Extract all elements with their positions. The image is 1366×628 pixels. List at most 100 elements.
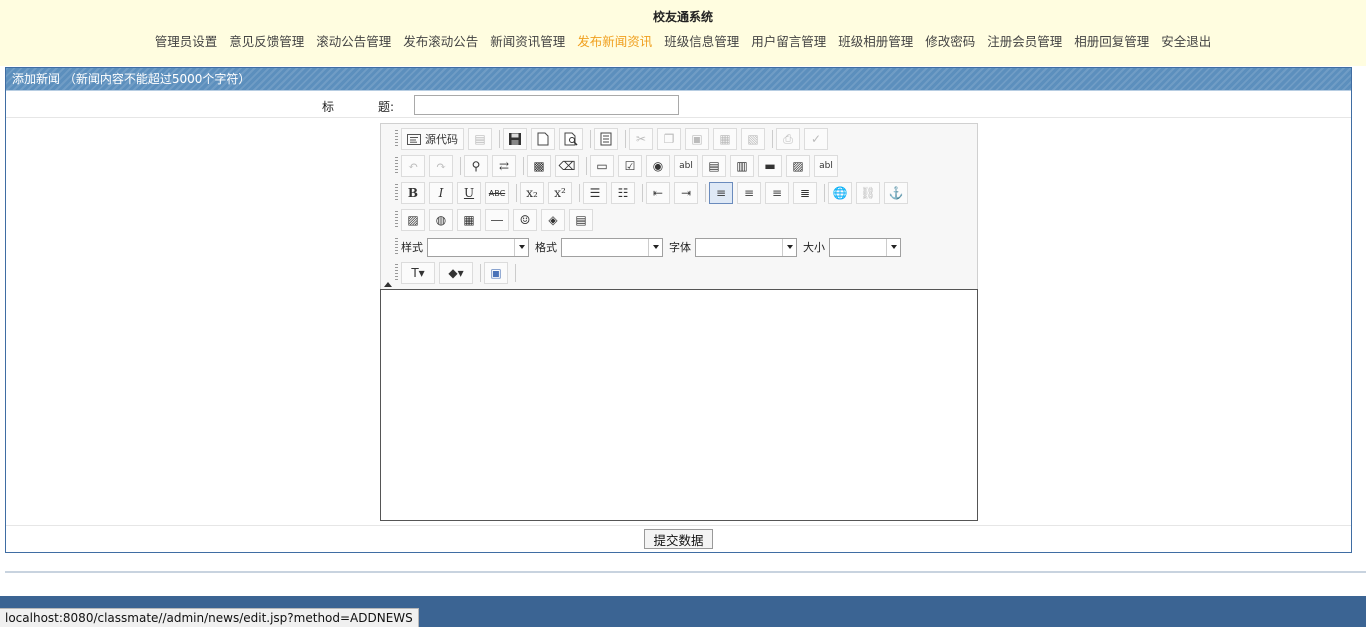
nav-publish-marquee[interactable]: 发布滚动公告 (403, 34, 478, 49)
separator (460, 157, 461, 175)
nav-class-album-manage[interactable]: 班级相册管理 (838, 34, 913, 49)
editor-content-area[interactable] (380, 289, 978, 521)
format-combo[interactable] (561, 237, 663, 257)
button-field-icon[interactable]: ▬ (758, 155, 782, 177)
image-icon[interactable]: ▨ (401, 209, 425, 231)
form-icon[interactable]: ▭ (590, 155, 614, 177)
undo-icon[interactable]: ↶ (401, 155, 425, 177)
find-icon[interactable]: ⚲ (464, 155, 488, 177)
nav-member-manage[interactable]: 注册会员管理 (987, 34, 1062, 49)
title-label-char1: 标 (322, 100, 335, 114)
page-break-icon[interactable]: ▤ (569, 209, 593, 231)
separator (586, 157, 587, 175)
align-center-icon[interactable]: ≡ (737, 182, 761, 204)
title-label-char2: 题: (378, 100, 395, 114)
status-url: localhost:8080/classmate//admin/news/edi… (0, 608, 419, 627)
nav-feedback-manage[interactable]: 意见反馈管理 (229, 34, 304, 49)
grip-icon (395, 130, 398, 148)
grip-icon (395, 211, 398, 229)
table-icon[interactable]: ▦ (457, 209, 481, 231)
font-combo-label: 字体 (669, 241, 691, 254)
nav-change-password[interactable]: 修改密码 (925, 34, 975, 49)
nav-user-message-manage[interactable]: 用户留言管理 (751, 34, 826, 49)
redo-icon[interactable]: ↷ (429, 155, 453, 177)
text-field-icon[interactable]: abl (674, 155, 698, 177)
style-combo[interactable] (427, 237, 529, 257)
checkbox-icon[interactable]: ☑ (618, 155, 642, 177)
nav-logout[interactable]: 安全退出 (1161, 34, 1211, 49)
flash-icon[interactable]: ◍ (429, 209, 453, 231)
header: 校友通系统 管理员设置 意见反馈管理 滚动公告管理 发布滚动公告 新闻资讯管理 … (0, 0, 1366, 66)
separator (625, 130, 626, 148)
copy-icon[interactable]: ❐ (657, 128, 681, 150)
nav-marquee-manage[interactable]: 滚动公告管理 (316, 34, 391, 49)
submit-row: 提交数据 (6, 527, 1351, 553)
smiley-icon[interactable]: ☺ (513, 209, 537, 231)
show-blocks-icon[interactable]: ▣ (484, 262, 508, 284)
textarea-icon[interactable]: ▤ (702, 155, 726, 177)
link-icon[interactable]: 🌐 (828, 182, 852, 204)
nav-album-reply-manage[interactable]: 相册回复管理 (1074, 34, 1149, 49)
align-left-icon[interactable]: ≡ (709, 182, 733, 204)
chevron-down-icon (514, 238, 528, 256)
rich-text-editor: 源代码 ▤ ✂ ❐ ▣ ▦ ▧ ⎙ ✓ ↶ ↷ ⚲ ⇄ ▩ ⌫ ▭ ☑ ◉ ab… (380, 123, 978, 521)
superscript-icon[interactable]: x² (548, 182, 572, 204)
new-page-icon[interactable] (531, 128, 555, 150)
strikethrough-icon[interactable]: ABC (485, 182, 509, 204)
preview-icon[interactable] (559, 128, 583, 150)
hidden-field-icon[interactable]: abl (814, 155, 838, 177)
text-color-icon[interactable]: T▾ (401, 262, 435, 284)
anchor-icon[interactable]: ⚓ (884, 182, 908, 204)
align-justify-icon[interactable]: ≣ (793, 182, 817, 204)
nav-class-info-manage[interactable]: 班级信息管理 (664, 34, 739, 49)
print-icon[interactable]: ⎙ (776, 128, 800, 150)
align-right-icon[interactable]: ≡ (765, 182, 789, 204)
title-input[interactable] (414, 95, 679, 115)
italic-icon[interactable]: I (429, 182, 453, 204)
style-combo-label: 样式 (401, 241, 423, 254)
replace-icon[interactable]: ⇄ (492, 155, 516, 177)
nav-admin-settings[interactable]: 管理员设置 (155, 34, 218, 49)
nav-publish-news[interactable]: 发布新闻资讯 (577, 34, 652, 49)
outdent-icon[interactable]: ⇤ (646, 182, 670, 204)
font-combo[interactable] (695, 237, 797, 257)
underline-icon[interactable]: U (457, 182, 481, 204)
separator (772, 130, 773, 148)
title-label: 标 题: (322, 98, 394, 115)
toolbar-row-5: 样式 格式 字体 大小 (395, 235, 901, 259)
unlink-icon[interactable]: ⛓ (856, 182, 880, 204)
horizontal-rule-icon[interactable]: ― (485, 209, 509, 231)
bulleted-list-icon[interactable]: ☷ (611, 182, 635, 204)
nav-news-manage[interactable]: 新闻资讯管理 (490, 34, 565, 49)
paste-text-icon[interactable]: ▦ (713, 128, 737, 150)
numbered-list-icon[interactable]: ☰ (583, 182, 607, 204)
bold-icon[interactable]: B (401, 182, 425, 204)
select-all-icon[interactable]: ▩ (527, 155, 551, 177)
cut-icon[interactable]: ✂ (629, 128, 653, 150)
panel-heading: 添加新闻 （新闻内容不能超过5000个字符） (6, 68, 1351, 91)
image-button-icon[interactable]: ▨ (786, 155, 810, 177)
toolbar-row-1: 源代码 ▤ ✂ ❐ ▣ ▦ ▧ ⎙ ✓ (395, 127, 832, 151)
templates-icon[interactable] (594, 128, 618, 150)
source-code-button[interactable]: 源代码 (401, 128, 464, 150)
radio-icon[interactable]: ◉ (646, 155, 670, 177)
collapse-toolbar-icon[interactable] (384, 282, 392, 287)
separator (523, 157, 524, 175)
paste-word-icon[interactable]: ▧ (741, 128, 765, 150)
subscript-icon[interactable]: x₂ (520, 182, 544, 204)
grip-icon (395, 184, 398, 202)
submit-button[interactable]: 提交数据 (644, 529, 713, 549)
paste-icon[interactable]: ▣ (685, 128, 709, 150)
save-icon[interactable] (503, 128, 527, 150)
spellcheck-icon[interactable]: ✓ (804, 128, 828, 150)
background-color-icon[interactable]: ◆▾ (439, 262, 473, 284)
special-char-icon[interactable]: ◈ (541, 209, 565, 231)
save-disabled-icon[interactable]: ▤ (468, 128, 492, 150)
separator (515, 264, 516, 282)
indent-icon[interactable]: ⇥ (674, 182, 698, 204)
editor-toolbar: 源代码 ▤ ✂ ❐ ▣ ▦ ▧ ⎙ ✓ ↶ ↷ ⚲ ⇄ ▩ ⌫ ▭ ☑ ◉ ab… (380, 123, 978, 289)
remove-format-icon[interactable]: ⌫ (555, 155, 579, 177)
size-combo[interactable] (829, 237, 901, 257)
select-field-icon[interactable]: ▥ (730, 155, 754, 177)
grip-icon (395, 157, 398, 175)
